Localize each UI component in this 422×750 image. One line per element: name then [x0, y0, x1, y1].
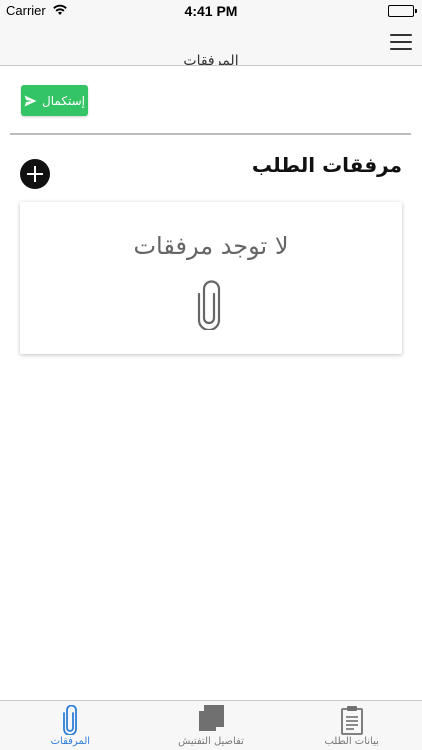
clipboard-icon: [340, 705, 364, 739]
paperclip-icon: [62, 704, 78, 739]
menu-button[interactable]: [390, 34, 412, 52]
tab-label: تفاصيل التفتيش: [178, 736, 244, 747]
tab-request-data[interactable]: بيانات الطلب: [281, 701, 422, 750]
copy-icon: [198, 705, 224, 737]
send-icon: [24, 95, 37, 107]
tab-bar: المرفقات تفاصيل التفتيش بيانات الطلب: [0, 700, 422, 750]
tab-label: بيانات الطلب: [324, 736, 379, 747]
hamburger-icon: [390, 34, 412, 36]
status-bar: Carrier 4:41 PM: [0, 0, 422, 22]
clock: 4:41 PM: [184, 3, 238, 19]
tab-attachments[interactable]: المرفقات: [0, 701, 141, 750]
tab-inspection-details[interactable]: تفاصيل التفتيش: [141, 701, 282, 750]
tab-label: المرفقات: [50, 736, 91, 747]
battery-icon: [388, 5, 417, 17]
page-title: المرفقات: [183, 53, 239, 66]
submit-button-label: إستكمال: [42, 93, 85, 108]
empty-state-message: لا توجد مرفقات: [133, 232, 289, 260]
paperclip-icon: [197, 280, 221, 334]
divider: [10, 133, 411, 135]
section-title: مرفقات الطلب: [251, 153, 402, 177]
attachments-empty-card: لا توجد مرفقات: [20, 202, 402, 354]
add-attachment-button[interactable]: [20, 159, 50, 189]
submit-button[interactable]: إستكمال: [21, 85, 88, 116]
navigation-bar: المرفقات: [0, 22, 422, 66]
